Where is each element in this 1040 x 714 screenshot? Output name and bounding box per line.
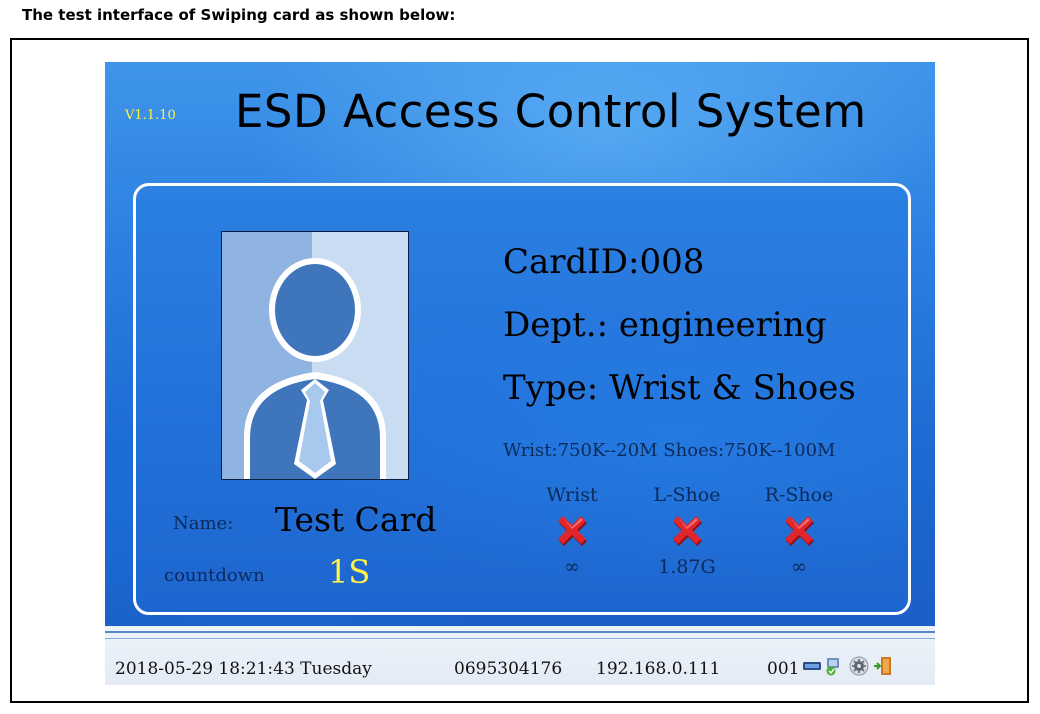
meter-label: L-Shoe [653, 484, 721, 506]
meter-value: 1.87G [658, 556, 716, 578]
card-id-text: CardID:008 [503, 242, 705, 282]
document-caption: The test interface of Swiping card as sh… [22, 6, 456, 24]
meter-value: ∞ [564, 556, 580, 578]
card-info-panel: CardID:008 Dept.: engineering Type: Wris… [133, 183, 911, 615]
countdown-value: 1S [328, 553, 371, 591]
version-label: V1.1.10 [125, 108, 176, 123]
resistance-range-text: Wrist:750K--20M Shoes:750K--100M [503, 440, 836, 461]
serial-number-text: 0695304176 [454, 659, 563, 679]
right-shoe-meter: R-Shoe ∞ [749, 484, 849, 578]
countdown-label: countdown [164, 565, 265, 586]
meter-label: Wrist [546, 484, 598, 506]
meter-value: ∞ [791, 556, 807, 578]
status-bar: 2018-05-29 18:21:43 Tuesday 0695304176 1… [105, 626, 935, 685]
network-icon[interactable] [824, 656, 844, 676]
main-area: V1.1.10 ESD Access Control System CardID… [105, 62, 935, 626]
access-control-screen: V1.1.10 ESD Access Control System CardID… [105, 62, 935, 685]
app-title: ESD Access Control System [235, 85, 867, 138]
wrist-meter: Wrist ∞ [522, 484, 622, 578]
card-reader-icon[interactable] [802, 656, 822, 676]
status-divider [105, 631, 935, 633]
meter-label: R-Shoe [764, 484, 834, 506]
fail-x-icon [558, 516, 587, 546]
name-value: Test Card [275, 500, 437, 539]
exit-icon[interactable] [873, 656, 893, 676]
name-label: Name: [173, 513, 234, 534]
status-divider [105, 638, 935, 639]
settings-icon[interactable] [849, 656, 869, 676]
device-number-text: 001 [767, 659, 800, 679]
fail-x-icon [785, 516, 814, 546]
left-shoe-meter: L-Shoe 1.87G [637, 484, 737, 578]
ip-address-text: 192.168.0.111 [596, 659, 721, 679]
person-photo-placeholder [221, 231, 409, 480]
person-avatar-icon [222, 232, 408, 479]
fail-x-icon [673, 516, 702, 546]
department-text: Dept.: engineering [503, 305, 827, 345]
datetime-text: 2018-05-29 18:21:43 Tuesday [115, 659, 372, 679]
card-type-text: Type: Wrist & Shoes [503, 368, 856, 408]
